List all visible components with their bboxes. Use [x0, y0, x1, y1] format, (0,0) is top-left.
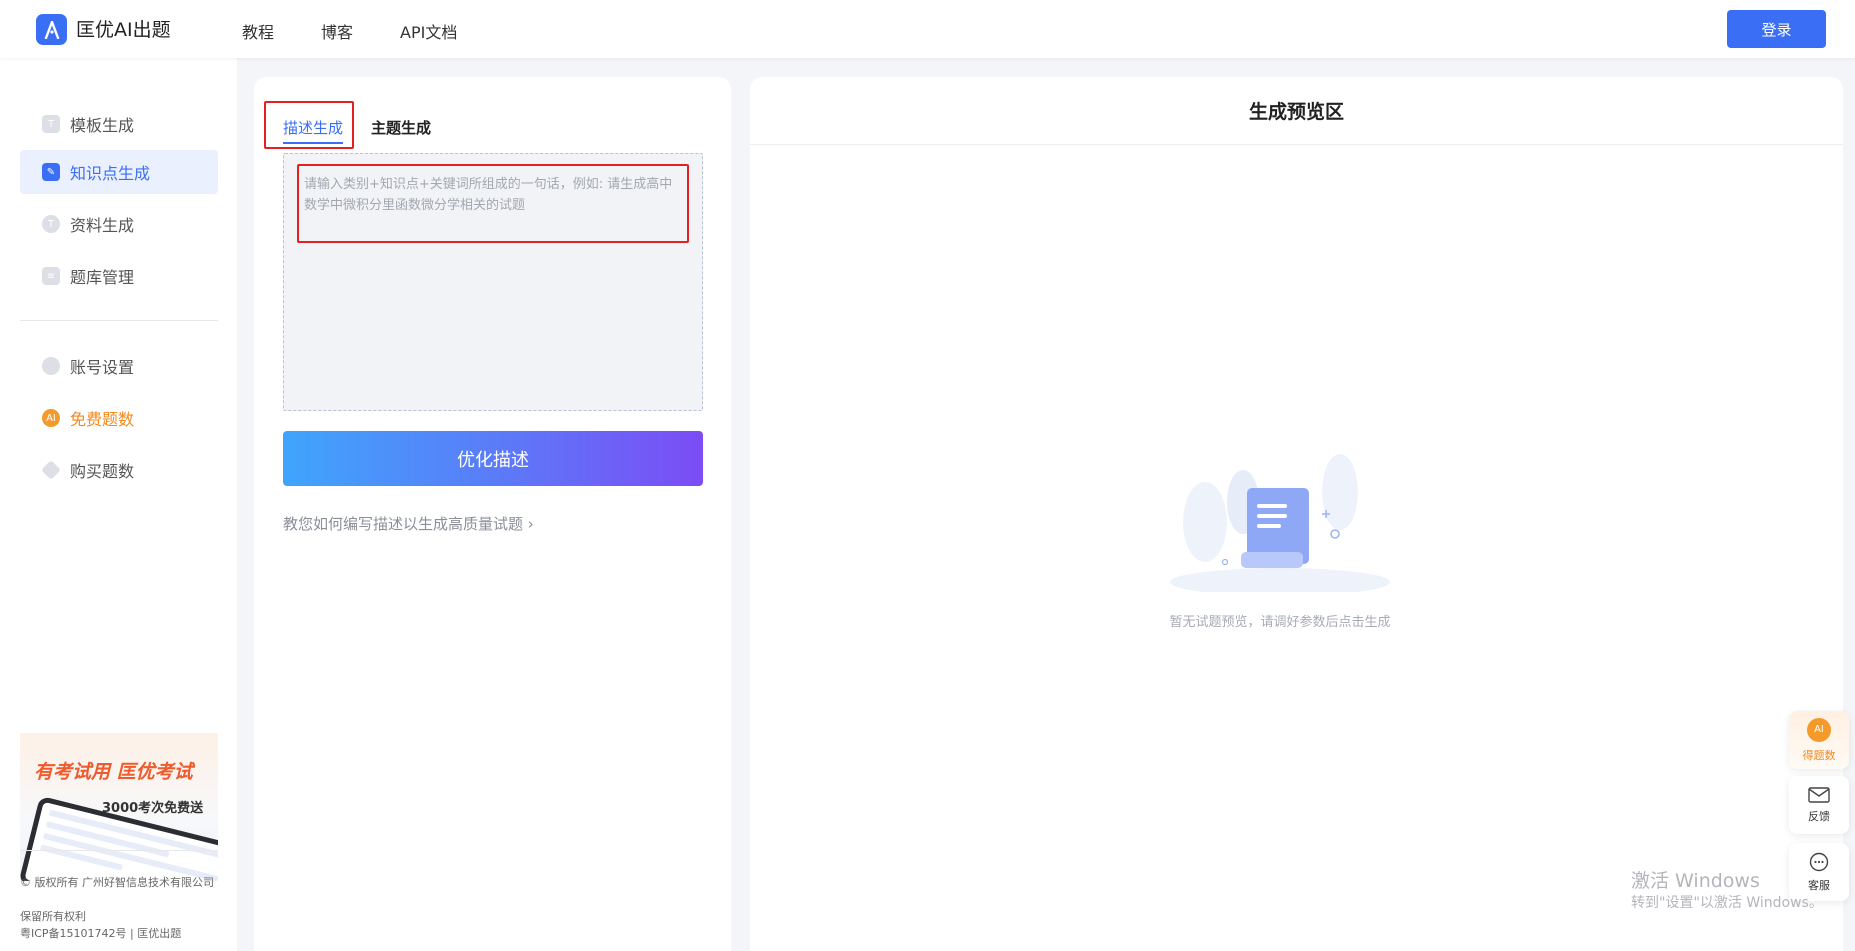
tab-describe[interactable]: 描述生成	[283, 117, 344, 144]
text-icon: T	[42, 215, 60, 233]
chat-icon	[1809, 852, 1829, 871]
float-quota-button[interactable]: AI 得题数	[1789, 711, 1849, 769]
copyright-text: © 版权所有 广州好智信息技术有限公司	[20, 876, 214, 889]
float-quota-label: 得题数	[1802, 748, 1836, 762]
preview-title: 生成预览区	[750, 77, 1843, 145]
logo-icon[interactable]	[36, 14, 67, 45]
ai-coin-icon: AI	[42, 409, 60, 427]
tab-topic[interactable]: 主题生成	[371, 117, 431, 138]
promo-banner[interactable]: 有考试用 匡优考试 3000考次免费送	[20, 733, 218, 881]
user-icon	[42, 357, 60, 375]
sidebar-item-account[interactable]: 账号设置	[20, 344, 218, 388]
windows-watermark-title: 激活 Windows	[1631, 870, 1760, 892]
sidebar-item-free-quota[interactable]: AI 免费题数	[20, 396, 218, 440]
rights-text: 保留所有权利	[20, 910, 86, 923]
brand-name[interactable]: 匡优AI出题	[76, 15, 171, 42]
footer-divider	[20, 850, 218, 851]
sidebar-item-material[interactable]: T 资料生成	[20, 202, 218, 246]
diamond-icon	[41, 460, 61, 480]
edit-icon: ✎	[42, 163, 60, 181]
sidebar-item-label: 资料生成	[70, 216, 135, 235]
float-feedback-button[interactable]: 反馈	[1789, 776, 1849, 834]
sidebar: T 模板生成 ✎ 知识点生成 T 资料生成 ≡ 题库管理 账号设置 AI 免费题…	[0, 58, 237, 951]
sidebar-item-question-bank[interactable]: ≡ 题库管理	[20, 254, 218, 298]
description-input[interactable]	[283, 153, 703, 411]
sidebar-item-label: 账号设置	[70, 358, 135, 377]
nav-blog[interactable]: 博客	[321, 19, 353, 43]
help-link-label: 教您如何编写描述以生成高质量试题	[283, 515, 524, 533]
sidebar-item-label: 免费题数	[70, 410, 135, 429]
chevron-right-icon: ›	[527, 515, 534, 533]
sidebar-item-template[interactable]: T 模板生成	[20, 102, 218, 146]
ai-coin-icon: AI	[1807, 717, 1831, 742]
preview-panel: 生成预览区 暂无试题预览，请调好参数后点击生成	[750, 77, 1843, 951]
optimize-description-button[interactable]: 优化描述	[283, 431, 703, 486]
sidebar-item-label: 题库管理	[70, 268, 135, 287]
sidebar-item-label: 购买题数	[70, 462, 135, 481]
mail-icon	[1808, 786, 1830, 803]
generation-panel: 描述生成 主题生成 优化描述 教您如何编写描述以生成高质量试题 ›	[254, 77, 731, 951]
icp-text[interactable]: 粤ICP备15101742号 | 匡优出题	[20, 926, 220, 942]
sidebar-divider	[20, 320, 218, 321]
help-link[interactable]: 教您如何编写描述以生成高质量试题 ›	[283, 513, 534, 534]
database-icon: ≡	[42, 267, 60, 285]
sidebar-item-buy-quota[interactable]: 购买题数	[20, 448, 218, 492]
float-service-label: 客服	[1808, 878, 1830, 892]
sidebar-item-label: 模板生成	[70, 116, 135, 135]
top-navbar: 匡优AI出题 教程 博客 API文档 登录	[0, 0, 1855, 58]
float-feedback-label: 反馈	[1808, 809, 1830, 823]
promo-subtitle: 3000考次免费送	[102, 801, 204, 816]
sidebar-item-knowledge[interactable]: ✎ 知识点生成	[20, 150, 218, 194]
nav-tutorial[interactable]: 教程	[242, 19, 274, 43]
sidebar-item-label: 知识点生成	[70, 164, 151, 183]
promo-title: 有考试用 匡优考试	[34, 761, 193, 783]
empty-document-illustration	[1170, 454, 1390, 592]
windows-watermark-subtitle: 转到"设置"以激活 Windows。	[1631, 895, 1823, 911]
login-button[interactable]: 登录	[1727, 10, 1826, 48]
template-icon: T	[42, 115, 60, 133]
empty-state-text: 暂无试题预览，请调好参数后点击生成	[1169, 615, 1391, 630]
nav-api-docs[interactable]: API文档	[400, 19, 457, 43]
